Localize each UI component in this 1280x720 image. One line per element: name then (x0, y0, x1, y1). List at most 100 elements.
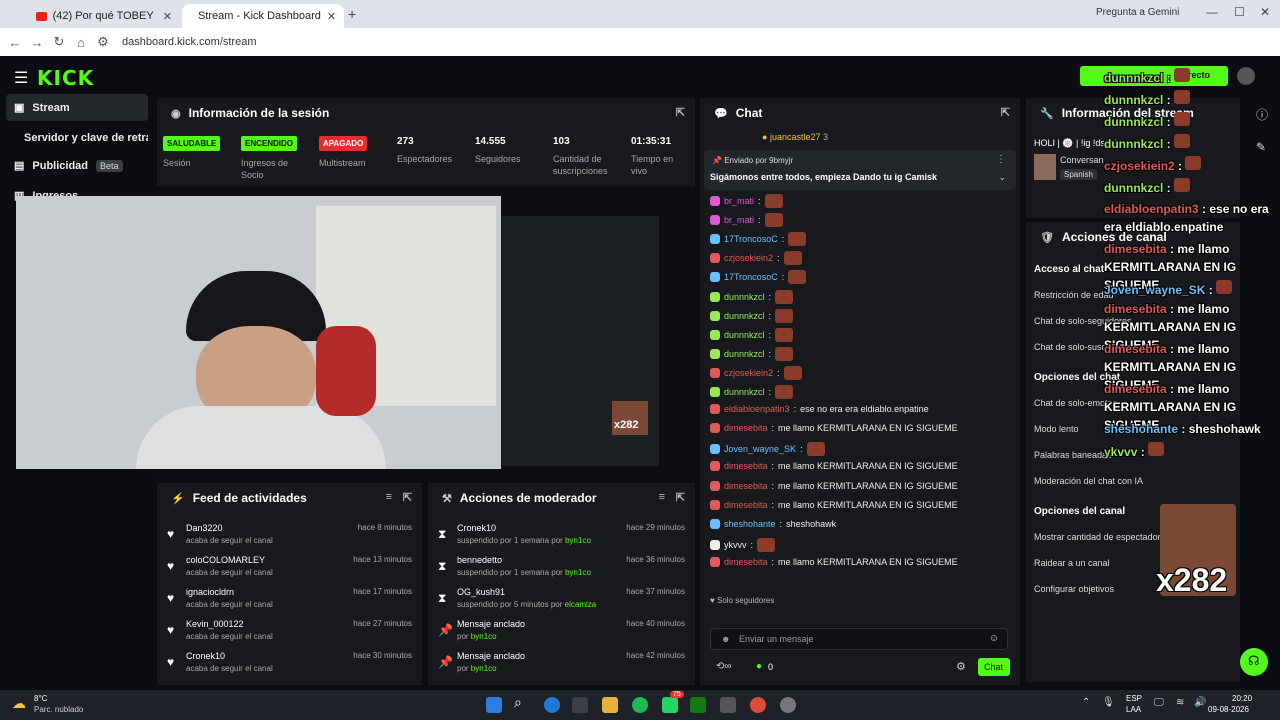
app-icon[interactable] (720, 697, 736, 713)
new-tab-icon[interactable]: + (348, 6, 356, 22)
channel-action-item[interactable]: Moderación del chat con IA (1034, 476, 1143, 486)
store-icon[interactable] (572, 697, 588, 713)
mod-by[interactable]: byn1co (565, 536, 591, 545)
emote-bar[interactable] (710, 603, 1010, 621)
info-icon[interactable]: ⓘ (1256, 106, 1268, 123)
channel-action-item[interactable]: Raidear a un canal (1034, 558, 1110, 568)
chat-username[interactable]: dimesebita (724, 461, 768, 471)
chat-username[interactable]: ykvvv (724, 540, 747, 550)
close-icon[interactable]: ✕ (163, 10, 172, 23)
unpin-icon[interactable]: ⋮ (996, 154, 1006, 165)
start-icon[interactable] (486, 697, 502, 713)
chat-username[interactable]: sheshohante (724, 519, 776, 529)
channel-action-item[interactable]: Configurar objetivos (1034, 584, 1114, 594)
weather-temp[interactable]: 8°C (34, 694, 47, 703)
filter-icon[interactable]: ≡ (386, 491, 392, 503)
settings-icon[interactable]: ⚙ (956, 660, 966, 673)
edit-icon[interactable]: ✎ (1256, 140, 1266, 154)
chat-username[interactable]: dimesebita (724, 500, 768, 510)
home-icon[interactable]: ⌂ (70, 35, 92, 50)
explorer-icon[interactable] (602, 697, 618, 713)
mod-target[interactable]: OG_kush91 (457, 587, 505, 597)
window-close-icon[interactable]: ✕ (1260, 5, 1270, 19)
forward-icon[interactable]: → (26, 35, 48, 50)
category-name[interactable]: Conversan (1060, 155, 1104, 165)
channel-action-item[interactable]: Restricción de edad (1034, 290, 1114, 300)
mic-icon[interactable]: 🎙 (1102, 697, 1115, 708)
chat-username[interactable]: dimesebita (724, 481, 768, 491)
filter-icon[interactable]: ≡ (659, 491, 665, 503)
reload-icon[interactable]: ↻ (48, 34, 70, 50)
chat-username[interactable]: dunnnkzcl (724, 387, 765, 397)
menu-icon[interactable]: ☰ (14, 68, 28, 88)
whatsapp-icon[interactable] (662, 697, 678, 713)
mod-by[interactable]: byn1co (565, 568, 591, 577)
feed-user[interactable]: Dan3220 (186, 523, 223, 533)
sidebar-item-stream[interactable]: ▣ Stream (6, 94, 148, 121)
chat-username[interactable]: br_mati (724, 196, 754, 206)
chat-username[interactable]: br_mati (724, 215, 754, 225)
kick-logo[interactable]: KICK (37, 66, 94, 90)
top-user[interactable]: juancastle27 (770, 132, 821, 142)
maximize-icon[interactable]: ☐ (1234, 5, 1245, 19)
wifi-icon[interactable]: ≋ (1176, 697, 1184, 708)
clock-time[interactable]: 20:20 (1232, 694, 1252, 703)
sidebar-item-ads[interactable]: ▤ Publicidad Beta (6, 152, 148, 179)
chat-username[interactable]: 17TroncosoC (724, 272, 778, 282)
mod-target[interactable]: Mensaje anclado (457, 651, 525, 661)
pinned-message[interactable]: 📌 Enviado por 9bmyjr Sigámonos entre tod… (704, 150, 1016, 190)
language-indicator[interactable]: ESP (1126, 694, 1142, 703)
popout-icon[interactable]: ⇱ (1001, 106, 1010, 119)
chat-username[interactable]: dunnnkzcl (724, 311, 765, 321)
chat-username[interactable]: eldiabloenpatin3 (724, 404, 790, 414)
help-button[interactable]: ☊ (1240, 648, 1268, 676)
chat-input[interactable]: ☻ Enviar un mensaje ☺ (710, 628, 1008, 650)
app-icon[interactable] (780, 697, 796, 713)
popout-icon[interactable]: ⇱ (676, 491, 685, 504)
feed-user[interactable]: Kevin_000122 (186, 619, 244, 629)
back-icon[interactable]: ← (4, 35, 26, 50)
channel-action-item[interactable]: Modo lento (1034, 424, 1079, 434)
chat-username[interactable]: czjosekiein2 (724, 253, 773, 263)
xbox-icon[interactable] (690, 697, 706, 713)
search-icon[interactable]: ⌕ (514, 694, 522, 711)
tray-chevron-icon[interactable]: ⌃ (1082, 697, 1090, 708)
mod-target[interactable]: bennedetto (457, 555, 502, 565)
minimize-icon[interactable]: — (1206, 5, 1218, 19)
edge-icon[interactable] (544, 697, 560, 713)
chat-username[interactable]: dunnnkzcl (724, 349, 765, 359)
chat-username[interactable]: 17TroncosoC (724, 234, 778, 244)
avatar[interactable] (1237, 67, 1255, 85)
feed-user[interactable]: coloCOLOMARLEY (186, 555, 265, 565)
chat-username[interactable]: dimesebita (724, 557, 768, 567)
channel-action-item[interactable]: Palabras baneadas (1034, 450, 1112, 460)
chrome-icon[interactable] (750, 697, 766, 713)
chat-username[interactable]: dunnnkzcl (724, 292, 765, 302)
tab-youtube[interactable]: (42) Por qué TOBEY Maguire tie ✕ (26, 4, 182, 28)
feed-user[interactable]: ignaciocldrn (186, 587, 234, 597)
chat-username[interactable]: Joven_wayne_SK (724, 444, 796, 454)
monitor-icon[interactable]: 🖵 (1154, 697, 1164, 708)
emoji-icon[interactable]: ☺ (989, 633, 999, 644)
url-field[interactable]: dashboard.kick.com/stream (122, 36, 257, 48)
loop-icon[interactable]: ⟲∞ (716, 661, 732, 672)
gemini-button[interactable]: Pregunta a Gemini (1096, 7, 1179, 18)
mod-target[interactable]: Cronek10 (457, 523, 496, 533)
mod-by[interactable]: byn1co (471, 632, 497, 641)
chevron-down-icon[interactable]: ⌄ (998, 172, 1006, 183)
channel-action-item[interactable]: Mostrar cantidad de espectadores (1034, 532, 1170, 542)
popout-icon[interactable]: ⇱ (403, 491, 412, 504)
feed-user[interactable]: Cronek10 (186, 651, 225, 661)
tab-kick-dashboard[interactable]: Stream - Kick Dashboard ✕ (182, 4, 344, 28)
volume-icon[interactable]: 🔊 (1194, 697, 1206, 708)
chat-username[interactable]: dunnnkzcl (724, 330, 765, 340)
popout-icon[interactable]: ⇱ (676, 106, 685, 119)
send-chat-button[interactable]: Chat (978, 658, 1010, 676)
chat-username[interactable]: czjosekiein2 (724, 368, 773, 378)
pinned-user[interactable]: 9bmyjr (769, 156, 793, 165)
spotify-icon[interactable] (632, 697, 648, 713)
sidebar-item-server-key[interactable]: Servidor y clave de retransm (6, 124, 148, 151)
chat-username[interactable]: dimesebita (724, 423, 768, 433)
mod-target[interactable]: Mensaje anclado (457, 619, 525, 629)
mod-by[interactable]: byn1co (471, 664, 497, 673)
